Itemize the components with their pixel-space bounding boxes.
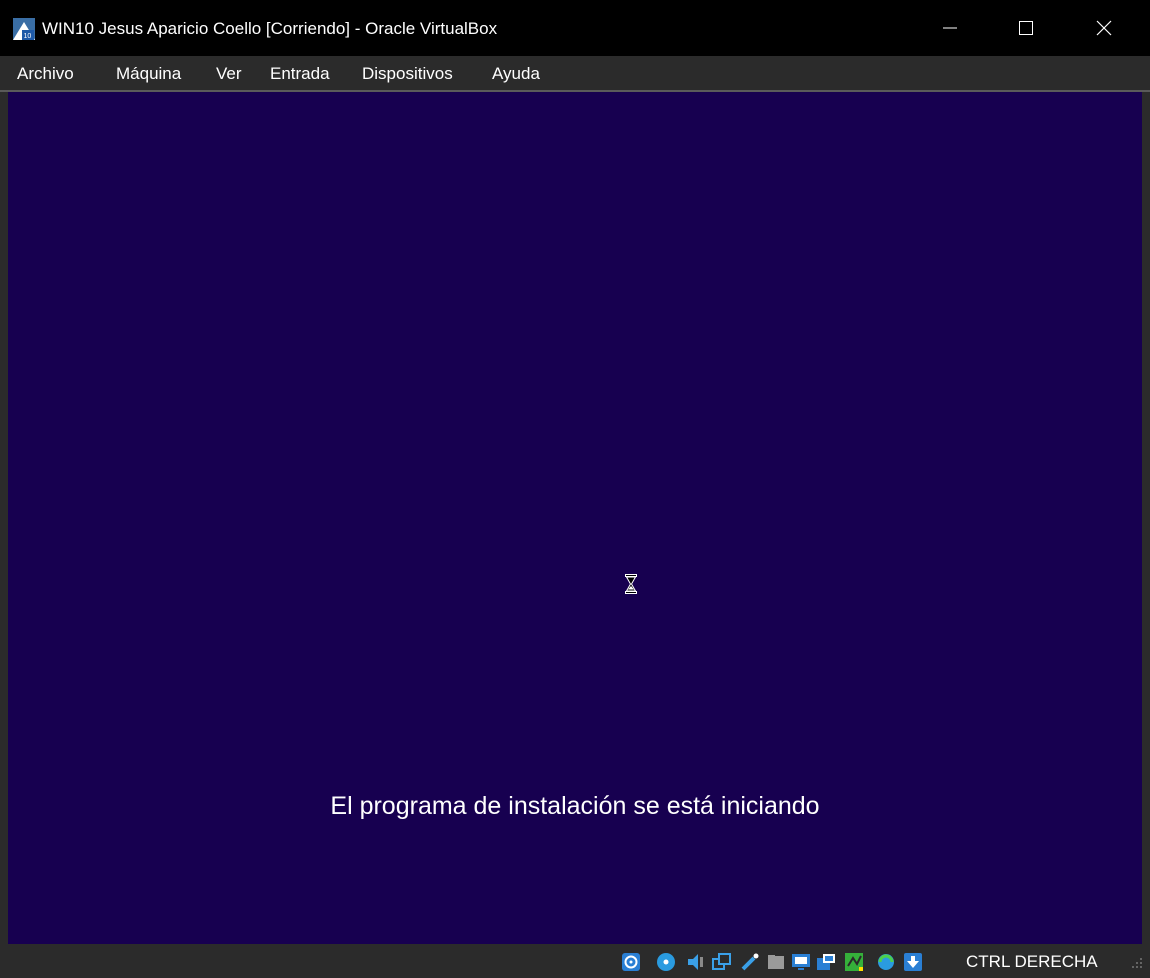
keyboard-capture-icon[interactable] [903, 952, 923, 972]
video-capture-icon[interactable] [816, 952, 836, 972]
maximize-button[interactable] [998, 0, 1054, 56]
window-title: WIN10 Jesus Aparicio Coello [Corriendo] … [42, 19, 498, 38]
virtualbox-vm-icon: 10 [13, 18, 35, 40]
menu-entrada[interactable]: Entrada [270, 64, 330, 84]
host-key-label: CTRL DERECHA [966, 952, 1098, 971]
close-button[interactable] [1076, 0, 1132, 56]
optical-drive-icon[interactable] [656, 952, 676, 972]
cpu-icon[interactable] [876, 952, 896, 972]
mouse-integration-icon[interactable] [844, 952, 864, 972]
menu-bar: Archivo Máquina Ver Entrada Dispositivos… [0, 56, 1150, 92]
menu-archivo[interactable]: Archivo [17, 64, 74, 84]
svg-text:10: 10 [24, 33, 32, 40]
shared-folders-icon[interactable] [766, 952, 786, 972]
audio-icon[interactable] [686, 952, 706, 972]
hard-disk-icon[interactable] [621, 952, 641, 972]
close-icon [1096, 20, 1112, 36]
display-icon[interactable] [791, 952, 811, 972]
menu-maquina[interactable]: Máquina [116, 64, 181, 84]
maximize-icon [1019, 21, 1033, 35]
network-icon[interactable] [712, 952, 732, 972]
status-bar: CTRL DERECHA [0, 944, 1150, 978]
hourglass-cursor-icon [625, 574, 637, 594]
minimize-button[interactable] [922, 0, 978, 56]
menu-ver[interactable]: Ver [216, 64, 242, 84]
setup-message: El programa de instalación se está inici… [330, 792, 820, 820]
title-bar[interactable]: 10 WIN10 Jesus Aparicio Coello [Corriend… [0, 0, 1150, 56]
menu-dispositivos[interactable]: Dispositivos [362, 64, 453, 84]
minimize-icon [943, 27, 957, 29]
menu-ayuda[interactable]: Ayuda [492, 64, 540, 84]
resize-grip-icon[interactable] [1128, 954, 1144, 970]
usb-icon[interactable] [740, 952, 760, 972]
